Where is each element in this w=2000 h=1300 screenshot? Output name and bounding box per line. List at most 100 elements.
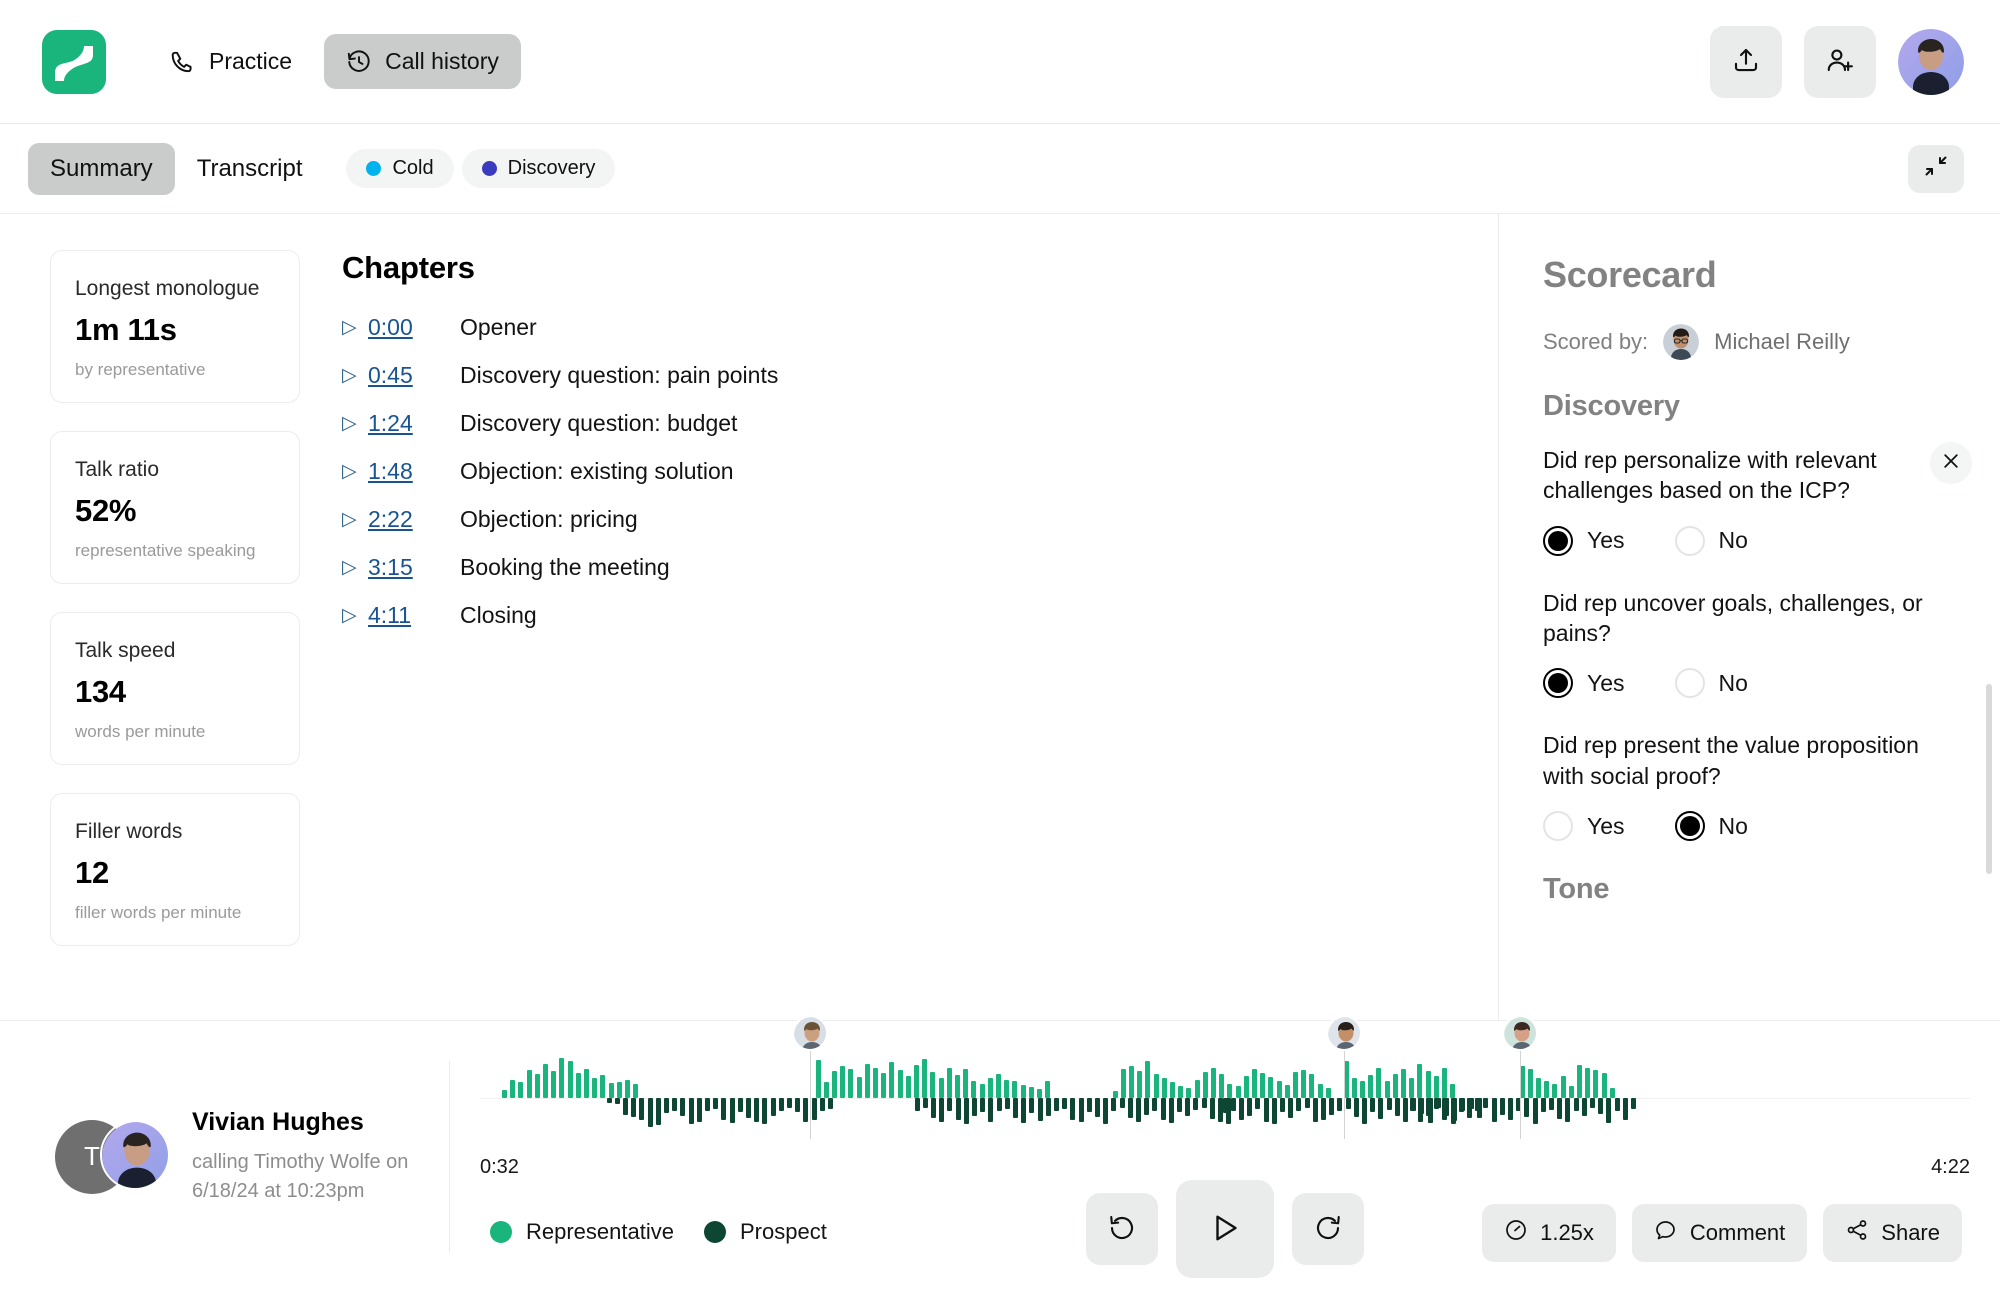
waveform-bar (1304, 1098, 1310, 1109)
waveform-bar (1292, 1072, 1298, 1098)
waveform-bar (1376, 1067, 1382, 1098)
current-user-avatar[interactable] (1898, 28, 1964, 95)
chapter-timestamp[interactable]: 2:22 (368, 506, 436, 533)
chapter-timestamp[interactable]: 0:00 (368, 314, 436, 341)
waveform-speaker-marker[interactable] (792, 1015, 828, 1139)
waveform-bar (647, 1098, 653, 1128)
scorecard-question: Did rep present the value proposition wi… (1543, 732, 1919, 789)
legend-color-dot (703, 1221, 726, 1243)
waveform-bar (856, 1076, 862, 1098)
comment-button[interactable]: Comment (1631, 1204, 1808, 1262)
waveform-bar (663, 1098, 669, 1114)
radio-unchecked-icon[interactable] (1674, 525, 1705, 556)
scorecard-radio-option[interactable]: No (1674, 525, 1748, 556)
waveform-bar (1552, 1084, 1558, 1098)
share-button[interactable]: Share (1823, 1204, 1962, 1262)
rewind-button[interactable] (1086, 1193, 1158, 1265)
wave-logo[interactable] (42, 29, 106, 94)
waveform-bar (1400, 1069, 1406, 1098)
waveform-bar (1394, 1098, 1400, 1117)
call-description: calling Timothy Wolfe on 6/18/24 at 10:2… (192, 1150, 409, 1202)
chapter-row[interactable]: ▷ 4:11 Closing (342, 602, 1498, 629)
waveform[interactable] (480, 1015, 1970, 1148)
scorecard-radio-option[interactable]: Yes (1543, 811, 1625, 842)
speed-icon (1504, 1218, 1528, 1248)
chapter-row[interactable]: ▷ 1:48 Objection: existing solution (342, 458, 1498, 485)
waveform-bar (1271, 1098, 1277, 1125)
waveform-bar (1581, 1098, 1587, 1117)
chapter-play-icon: ▷ (342, 557, 357, 578)
call-tags: Cold Discovery (346, 149, 616, 188)
nav-item-call-history[interactable]: Call history (324, 34, 521, 89)
play-button[interactable] (1176, 1180, 1274, 1278)
waveform-bar (1222, 1098, 1228, 1114)
waveform-bar (827, 1098, 833, 1109)
waveform-bar (1630, 1098, 1636, 1109)
tag-chip-discovery[interactable]: Discovery (461, 149, 616, 188)
waveform-bar (1409, 1077, 1415, 1098)
waveform-bar (815, 1060, 821, 1098)
chapter-timestamp[interactable]: 3:15 (368, 554, 436, 581)
chapter-timestamp[interactable]: 1:48 (368, 458, 436, 485)
forward-button[interactable] (1292, 1193, 1364, 1265)
tab-transcript[interactable]: Transcript (175, 143, 325, 195)
chapter-timestamp[interactable]: 1:24 (368, 410, 436, 437)
chapter-row[interactable]: ▷ 3:15 Booking the meeting (342, 554, 1498, 581)
waveform-bar (922, 1098, 928, 1109)
chapter-row[interactable]: ▷ 0:45 Discovery question: pain points (342, 362, 1498, 389)
waveform-bar (1320, 1098, 1326, 1120)
scorecard-scrollbar[interactable] (1986, 684, 1992, 874)
scorecard-radio-option[interactable]: No (1674, 668, 1748, 699)
waveform-bar (1361, 1098, 1367, 1125)
add-user-button[interactable] (1804, 25, 1876, 98)
waveform-bar (1548, 1098, 1554, 1110)
tag-chip-cold[interactable]: Cold (346, 149, 454, 188)
waveform-speaker-marker[interactable] (1325, 1015, 1362, 1139)
scorecard-answer-group: Yes No (1543, 525, 1956, 556)
chapter-row[interactable]: ▷ 1:24 Discovery question: budget (342, 410, 1498, 437)
waveform-speaker-marker[interactable] (1501, 1015, 1538, 1139)
waveform-bar (770, 1098, 776, 1117)
scored-by-label: Scored by: (1543, 329, 1649, 354)
waveform-bar (551, 1071, 557, 1098)
waveform-bar (1112, 1090, 1118, 1098)
waveform-bar (795, 1098, 801, 1113)
radio-checked-icon[interactable] (1674, 811, 1705, 842)
waveform-bar (575, 1072, 581, 1098)
rotate-ccw-icon (1107, 1213, 1137, 1246)
chapter-row[interactable]: ▷ 2:22 Objection: pricing (342, 506, 1498, 533)
waveform-bar (1227, 1084, 1233, 1098)
close-scorecard-button[interactable] (1930, 442, 1972, 484)
waveform-bar (1609, 1087, 1615, 1098)
scorecard-radio-option[interactable]: Yes (1543, 525, 1625, 556)
radio-checked-icon[interactable] (1543, 525, 1573, 556)
waveform-bar (1483, 1098, 1489, 1109)
radio-unchecked-icon[interactable] (1543, 811, 1573, 842)
waveform-bar (881, 1073, 887, 1098)
waveform-bar (1317, 1084, 1323, 1098)
waveform-marker-avatar (1501, 1015, 1538, 1051)
chapter-play-icon: ▷ (342, 461, 357, 482)
waveform-bar (1127, 1098, 1133, 1119)
waveform-bar (1507, 1098, 1513, 1120)
chapter-row[interactable]: ▷ 0:00 Opener (342, 314, 1498, 341)
nav-item-practice[interactable]: Practice (148, 34, 314, 89)
scorecard-radio-option[interactable]: Yes (1543, 668, 1625, 699)
tab-summary[interactable]: Summary (28, 142, 175, 195)
scorecard-radio-option[interactable]: No (1674, 811, 1748, 842)
waveform-bar (1137, 1071, 1143, 1098)
waveform-bar (1417, 1063, 1423, 1098)
radio-unchecked-icon[interactable] (1674, 668, 1705, 699)
waveform-bar (1251, 1069, 1257, 1098)
waveform-bar (1288, 1098, 1294, 1119)
collapse-button[interactable] (1908, 144, 1964, 193)
waveform-bar (930, 1072, 936, 1098)
chapter-timestamp[interactable]: 4:11 (368, 602, 436, 629)
playback-speed-button[interactable]: 1.25x (1482, 1204, 1616, 1262)
upload-button[interactable] (1710, 25, 1782, 98)
waveform-bar (1301, 1070, 1307, 1098)
radio-checked-icon[interactable] (1543, 668, 1573, 699)
metric-title: Longest monologue (75, 277, 260, 300)
user-plus-icon (1825, 45, 1855, 78)
chapter-timestamp[interactable]: 0:45 (368, 362, 436, 389)
